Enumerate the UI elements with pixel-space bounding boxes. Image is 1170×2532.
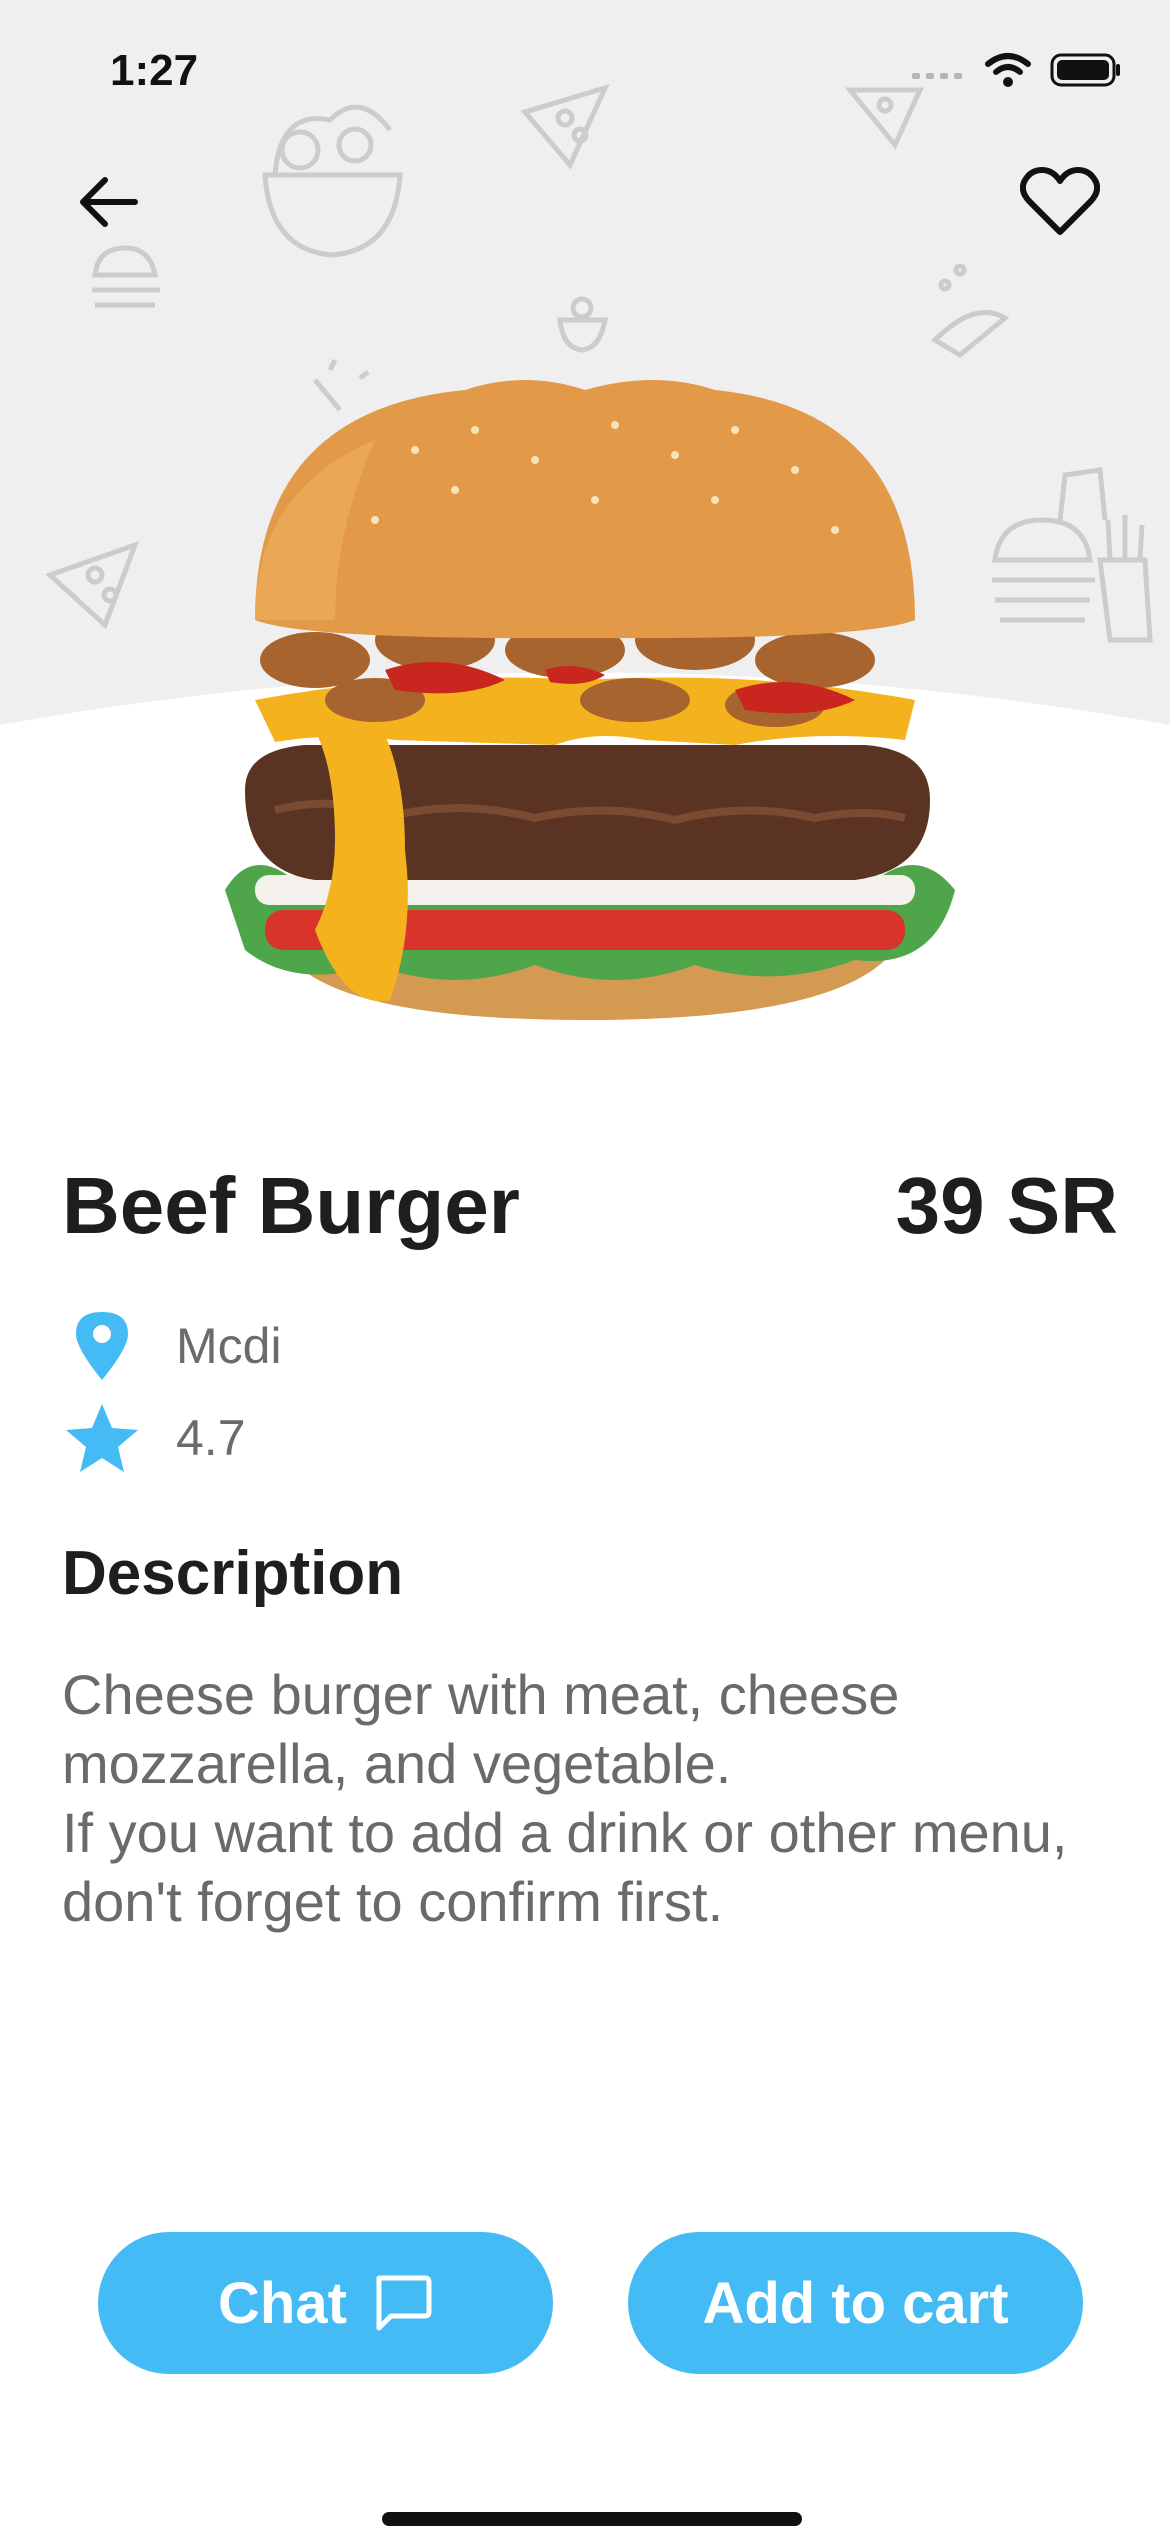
product-name: Beef Burger bbox=[62, 1161, 520, 1250]
product-image bbox=[225, 380, 955, 1020]
rating-row: 4.7 bbox=[62, 1400, 246, 1476]
chat-button[interactable]: Chat bbox=[98, 2232, 553, 2374]
restaurant-row: Mcdi bbox=[62, 1308, 282, 1384]
chat-bubble-icon bbox=[371, 2272, 433, 2334]
status-icons bbox=[910, 52, 1122, 88]
chat-button-label: Chat bbox=[218, 2270, 347, 2336]
location-pin-icon bbox=[76, 1312, 128, 1380]
product-price: 39 SR bbox=[895, 1161, 1118, 1250]
back-arrow-icon bbox=[80, 177, 138, 227]
restaurant-name: Mcdi bbox=[176, 1318, 282, 1374]
status-time: 1:27 bbox=[110, 46, 199, 95]
description-heading: Description bbox=[62, 1539, 404, 1608]
star-icon bbox=[66, 1404, 138, 1472]
favorite-button[interactable] bbox=[1010, 152, 1110, 252]
home-indicator bbox=[382, 2512, 802, 2526]
add-to-cart-label: Add to cart bbox=[702, 2270, 1009, 2336]
heart-icon bbox=[1020, 167, 1100, 235]
wifi-icon bbox=[985, 53, 1031, 87]
back-button[interactable] bbox=[58, 152, 158, 252]
rating-value: 4.7 bbox=[176, 1410, 246, 1466]
signal-icon bbox=[912, 73, 962, 79]
add-to-cart-button[interactable]: Add to cart bbox=[628, 2232, 1083, 2374]
battery-icon bbox=[1050, 53, 1120, 87]
description-text: Cheese burger with meat, cheese mozzarel… bbox=[62, 1663, 1068, 1933]
status-bar: 1:27 bbox=[0, 0, 1170, 150]
